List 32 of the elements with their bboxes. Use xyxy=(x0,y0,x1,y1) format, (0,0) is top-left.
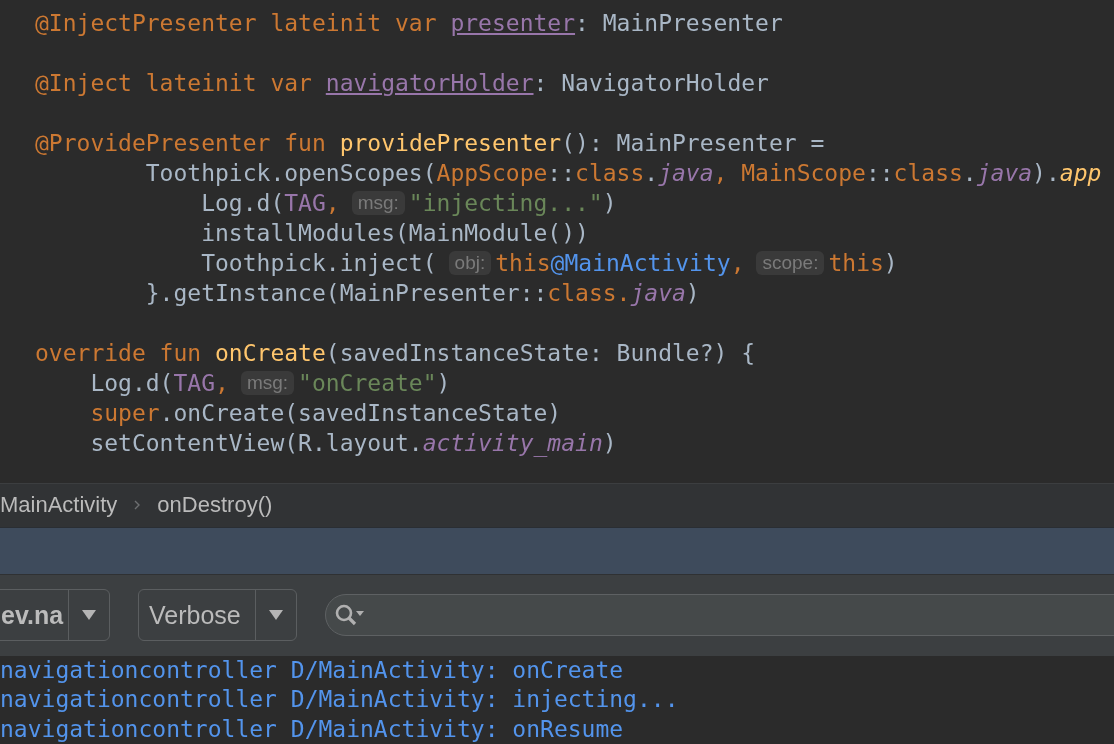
log-line: navigationcontroller D/MainActivity: injecting... xyxy=(0,685,680,714)
code-text: super.onCreate(savedInstanceState) xyxy=(89,399,562,428)
code-text: Toothpick.openScopes(AppScope::class.java, MainScope::class.java).app xyxy=(144,159,1102,188)
code-text: this) xyxy=(828,249,898,278)
code-text: "injecting...") xyxy=(408,189,617,218)
code-text: this@MainActivity, xyxy=(495,249,745,278)
parameter-hint: msg: xyxy=(240,371,295,395)
code-text: "onCreate") xyxy=(298,369,451,398)
chevron-icon xyxy=(133,499,142,511)
caret-icon xyxy=(269,610,283,620)
parameter-hint: obj: xyxy=(448,251,492,275)
log-line: navigationcontroller D/MainActivity: onCreate xyxy=(0,655,625,685)
code-text: installModules(MainModule()) xyxy=(200,219,589,248)
search-icon xyxy=(334,603,366,627)
code-text: @InjectPresenter lateinit var presenter: MainPresenter xyxy=(35,9,783,38)
log-line: navigationcontroller D/MainActivity: onResume xyxy=(0,714,625,744)
parameter-hint: scope: xyxy=(756,251,825,275)
dropdown[interactable]: Verbose xyxy=(138,589,297,641)
breadcrumb-item[interactable]: onDestroy() xyxy=(157,492,273,518)
code-text: Log.d(TAG, xyxy=(200,189,340,218)
code-text: setContentView(R.layout.activity_main) xyxy=(89,429,617,458)
parameter-hint: msg: xyxy=(351,191,405,215)
breadcrumb-item[interactable]: MainActivity xyxy=(0,492,118,518)
dropdown[interactable]: ev.na xyxy=(0,589,110,641)
code-text: }.getInstance(MainPresenter::class.java) xyxy=(144,279,700,308)
caret-icon xyxy=(82,610,96,620)
code-text: override fun onCreate(savedInstanceState: Bundle?) { xyxy=(35,339,756,368)
code-text: Toothpick.inject( xyxy=(200,249,437,278)
code-text: Log.d(TAG, xyxy=(89,369,229,398)
code-text: @ProvidePresenter fun providePresenter(): MainPresenter = xyxy=(35,129,825,158)
code-text: @Inject lateinit var navigatorHolder: NavigatorHolder xyxy=(35,69,769,98)
search-field[interactable] xyxy=(325,594,1114,636)
